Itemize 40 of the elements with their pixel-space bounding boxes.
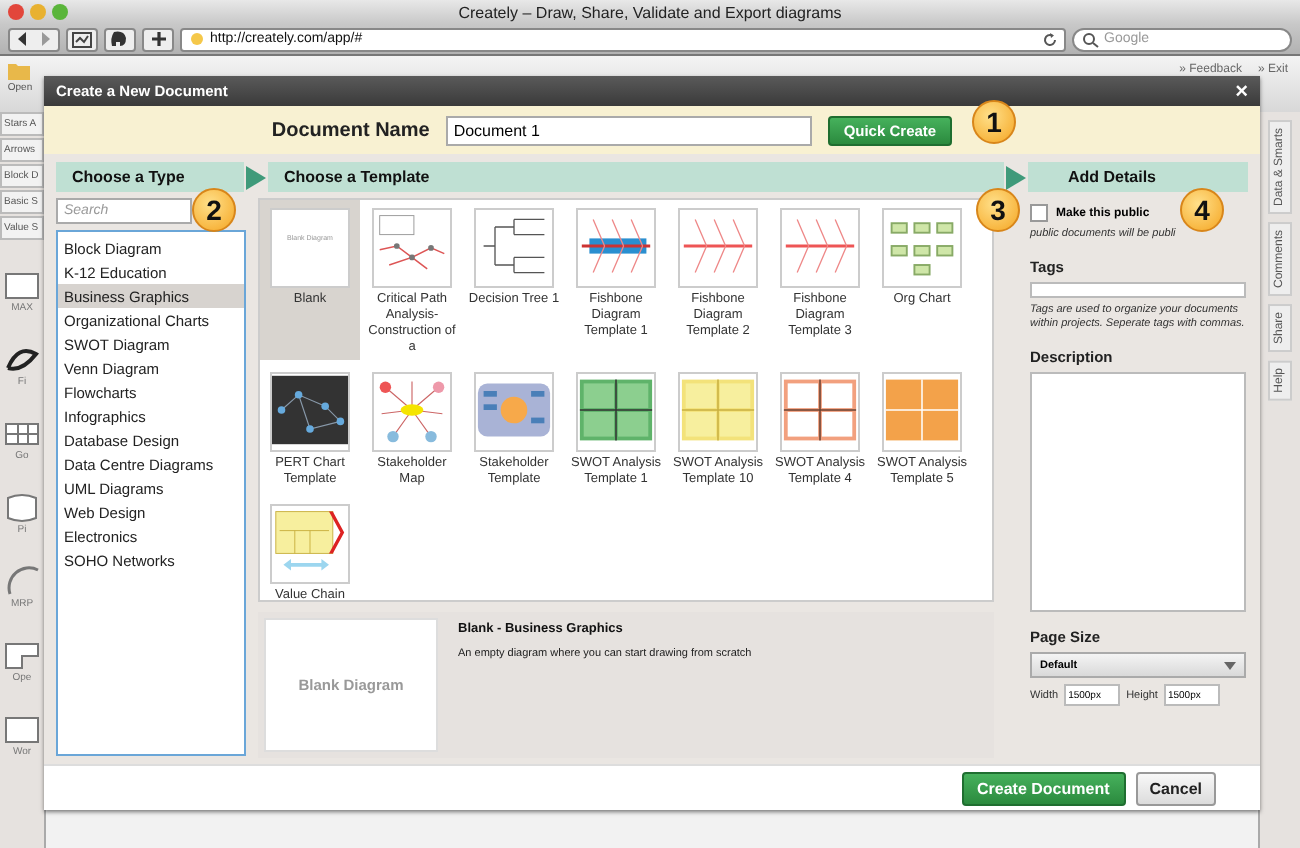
section-header: Add Details xyxy=(1028,162,1248,192)
diagram-thumbnail xyxy=(576,208,656,288)
step-arrow-icon xyxy=(246,165,266,189)
screen-icon[interactable] xyxy=(66,27,98,51)
diagram-thumbnail xyxy=(372,372,452,452)
reload-icon[interactable] xyxy=(1042,31,1058,47)
diagram-thumbnail xyxy=(678,372,758,452)
document-name-label: Document Name xyxy=(271,119,430,141)
close-window-button[interactable] xyxy=(8,4,24,20)
diagram-thumbnail xyxy=(780,372,860,452)
section-header: Choose a Template xyxy=(268,162,1004,192)
diagram-thumbnail xyxy=(678,208,758,288)
description-field[interactable] xyxy=(1030,372,1246,612)
diagram-thumbnail xyxy=(882,372,962,452)
step-number-badge: 3 xyxy=(976,188,1020,232)
step-arrow-icon xyxy=(1006,165,1026,189)
cancel-button[interactable]: Cancel xyxy=(1135,771,1216,805)
diagram-thumbnail xyxy=(270,504,350,584)
dropdown-caret-icon xyxy=(1224,661,1236,669)
site-icon xyxy=(188,30,206,48)
elephant-icon[interactable] xyxy=(104,27,136,51)
diagram-thumbnail xyxy=(576,372,656,452)
close-button[interactable]: × xyxy=(1235,81,1248,101)
add-bookmark-icon[interactable] xyxy=(142,27,174,51)
tags-field[interactable] xyxy=(1030,282,1246,298)
diagram-thumbnail xyxy=(372,208,452,288)
shape-icon[interactable] xyxy=(2,344,42,376)
diagram-thumbnail xyxy=(780,208,860,288)
section-header: Choose a Type xyxy=(56,162,244,192)
document-name-field[interactable]: Document 1 xyxy=(445,115,812,145)
search-icon xyxy=(1082,31,1100,47)
diagram-thumbnail xyxy=(474,208,554,288)
step-number-badge: 4 xyxy=(1180,188,1224,232)
step-number-badge: 2 xyxy=(192,188,236,232)
back-forward-buttons[interactable] xyxy=(8,27,60,51)
public-checkbox[interactable] xyxy=(1030,204,1048,222)
diagram-thumbnail xyxy=(474,372,554,452)
diagram-thumbnail xyxy=(882,208,962,288)
diagram-thumbnail xyxy=(270,372,350,452)
window-title: Creately – Draw, Share, Validate and Export diagrams xyxy=(456,3,844,21)
